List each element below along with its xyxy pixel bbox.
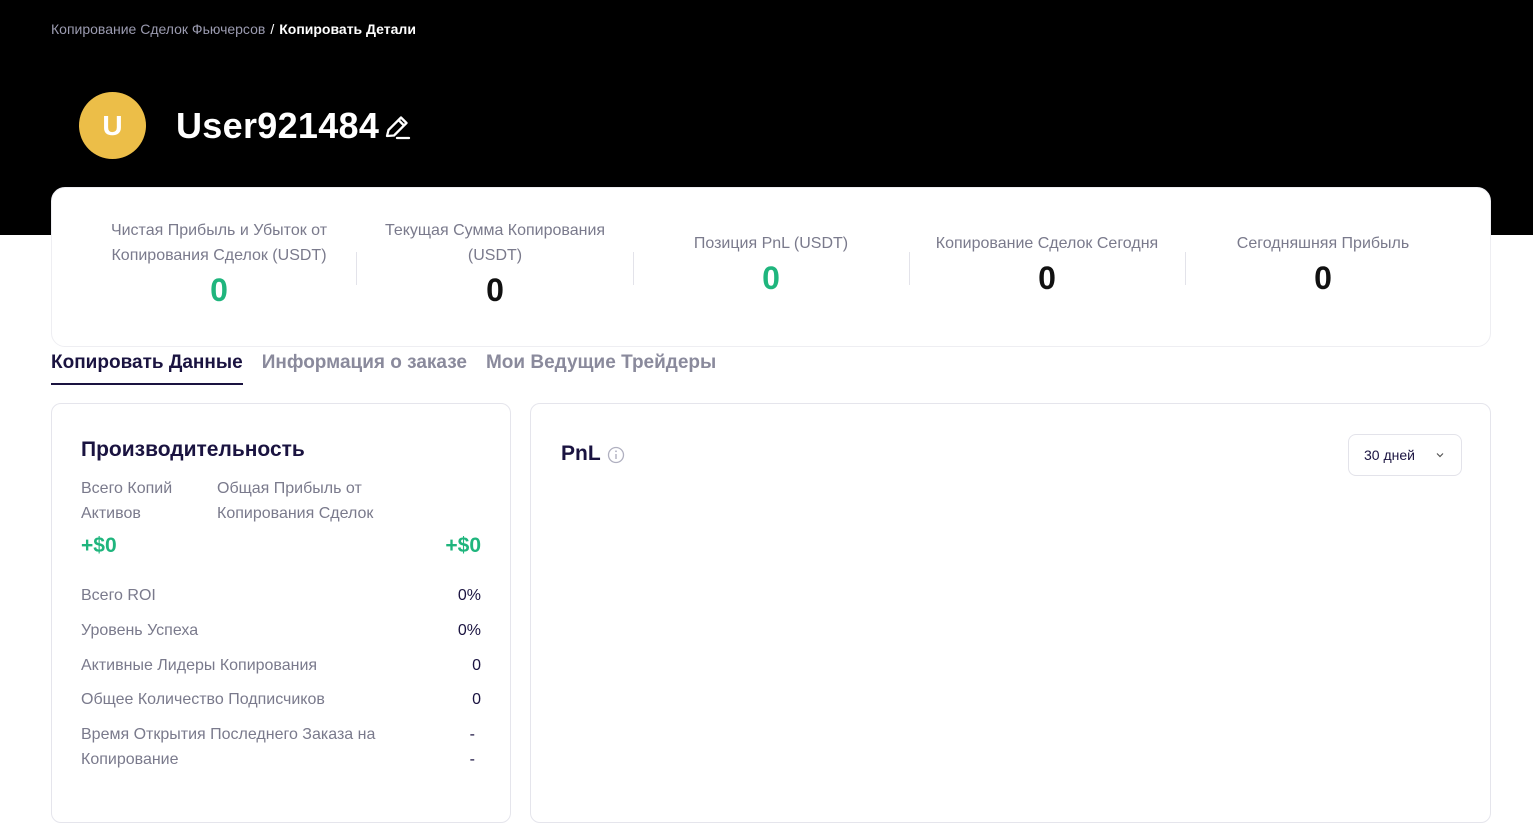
pencil-edit-icon[interactable] [382,112,412,142]
last-order-time-value: - [469,751,475,768]
success-rate-label: Уровень Успеха [81,622,199,639]
breadcrumb-separator: / [270,21,275,37]
avatar: U [79,92,146,159]
stat-label: Сегодняшняя Прибыль [1236,235,1410,252]
chevron-down-icon [1436,453,1444,458]
active-leaders-value: 0 [472,657,481,674]
stat-value: 0 [1314,260,1332,296]
active-leaders-label: Активные Лидеры Копирования [81,657,318,674]
stat-copy-today: Копирование Сделок Сегодня 0 [924,188,1170,348]
last-order-time-label: Время Открытия Последнего Заказа на Копи… [81,726,376,768]
total-assets-value: +$0 [81,534,117,557]
performance-title: Производительность [81,438,305,461]
total-assets-label: Всего Копий Активов [81,480,173,522]
roi-label: Всего ROI [81,587,156,604]
stat-copy-amount: Текущая Сумма Копирования (USDT) 0 [372,188,618,348]
tab-copy-data[interactable]: Копировать Данные [51,350,243,385]
tab-bar: Копировать Данные Информация о заказе Мо… [51,350,735,386]
stat-value: 0 [1038,260,1056,296]
roi-value: 0% [457,587,481,604]
stat-value: 0 [762,260,780,296]
info-icon[interactable] [607,446,625,464]
success-rate-value: 0% [457,622,481,639]
stat-label: Позиция PnL (USDT) [693,235,849,252]
tab-order-info[interactable]: Информация о заказе [262,350,467,385]
stat-label: Текущая Сумма Копирования (USDT) [384,222,606,264]
stat-label: Чистая Прибыль и Убыток от Копирования С… [110,222,328,264]
breadcrumb-current: Копировать Детали [279,21,416,37]
last-order-time-value: - [469,726,475,743]
stat-label: Копирование Сделок Сегодня [935,235,1159,252]
total-profit-label: Общая Прибыль от Копирования Сделок [217,480,374,522]
stat-value: 0 [486,272,504,308]
stat-divider [356,252,357,285]
tab-my-lead-traders[interactable]: Мои Ведущие Трейдеры [486,350,716,385]
total-profit-value: +$0 [445,534,481,557]
username: User921484 [176,105,380,146]
subscribers-value: 0 [472,691,481,708]
stat-today-profit: Сегодняшняя Прибыль 0 [1200,188,1446,348]
stat-divider [633,252,634,285]
time-range-value: 30 дней [1364,447,1415,463]
stat-net-pnl: Чистая Прибыль и Убыток от Копирования С… [96,188,342,348]
stat-value: 0 [210,272,228,308]
time-range-select[interactable]: 30 дней [1348,434,1462,476]
stat-divider [1185,252,1186,285]
pnl-card: PnL 30 дней [530,403,1491,823]
subscribers-label: Общее Количество Подписчиков [81,691,325,708]
stat-divider [909,252,910,285]
stats-card: Чистая Прибыль и Убыток от Копирования С… [51,187,1491,347]
breadcrumb-parent-link[interactable]: Копирование Сделок Фьючерсов [51,21,265,37]
breadcrumb: Копирование Сделок Фьючерсов / Копировать … [51,20,416,38]
performance-card: Производительность Всего Копий Активов О… [51,403,511,823]
pnl-title: PnL [561,442,601,465]
stat-position-pnl: Позиция PnL (USDT) 0 [648,188,894,348]
